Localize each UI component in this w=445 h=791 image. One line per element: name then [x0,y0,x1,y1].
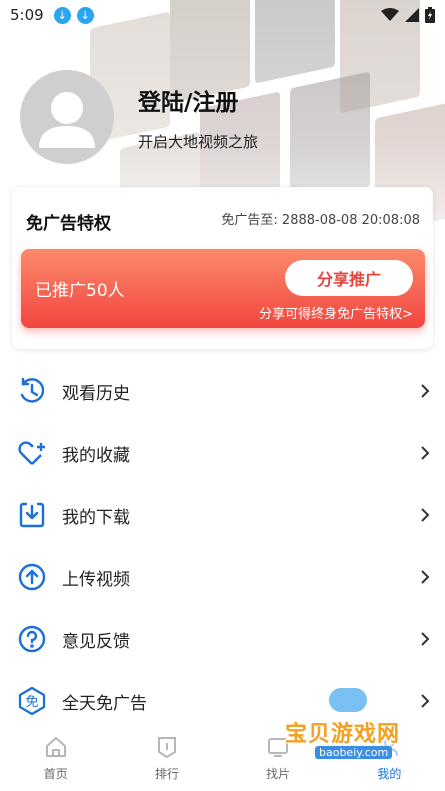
tab-home[interactable]: 首页 [0,727,111,791]
menu-label: 全天免广告 [62,693,147,714]
signal-icon [405,8,419,22]
chevron-right-icon [419,629,431,649]
share-promote-button[interactable]: 分享推广 [285,260,413,296]
chevron-right-icon [419,505,431,525]
chevron-right-icon [419,567,431,587]
menu-item-favorites[interactable]: 我的收藏 [0,422,445,484]
wifi-icon [381,8,399,21]
menu-item-downloads[interactable]: 我的下载 [0,484,445,546]
menu-label: 上传视频 [62,569,130,590]
history-icon [16,375,48,407]
no-ads-icon: 免 [16,685,48,717]
tab-ranking[interactable]: 排行 [111,727,222,791]
avatar[interactable] [20,70,114,164]
status-time: 5:09 [10,6,44,24]
menu-label: 意见反馈 [62,631,130,652]
promoted-count: 已推广50人 [35,281,125,301]
menu-item-feedback[interactable]: 意见反馈 [0,608,445,670]
no-ads-icon-text: 免 [25,695,38,710]
chevron-right-icon [419,691,431,711]
menu-item-upload[interactable]: 上传视频 [0,546,445,608]
profile-header[interactable]: 登陆/注册 开启大地视频之旅 [20,70,258,164]
profile-subtitle: 开启大地视频之旅 [138,132,259,151]
menu-label: 我的下载 [62,507,130,528]
home-icon [45,736,66,757]
heart-plus-icon [16,437,48,469]
status-bar: 5:09 ↓ ↓ [0,0,445,30]
chevron-right-icon [419,443,431,463]
default-avatar-icon [39,92,95,148]
promotion-banner[interactable]: 已推广50人 分享推广 分享可得终身免广告特权> [21,249,425,328]
ad-free-expiry: 免广告至: 2888-08-08 20:08:08 [221,209,420,228]
menu-item-history[interactable]: 观看历史 [0,360,445,422]
expiry-label: 免广告至: [221,213,278,228]
upload-icon [16,561,48,593]
battery-icon [425,7,435,23]
expiry-value: 2888-08-08 20:08:08 [281,213,420,228]
tab-label: 首页 [43,767,68,781]
watermark-text: 宝贝游戏网 [285,722,401,747]
login-register-link[interactable]: 登陆/注册 [138,83,258,117]
question-icon [16,623,48,655]
menu-label: 我的收藏 [62,445,130,466]
site-watermark: 宝贝游戏网 baobeiy.com [285,686,415,781]
ranking-icon [157,737,176,759]
promotion-note-link[interactable]: 分享可得终身免广告特权> [259,303,413,322]
download-notification-icon: ↓ [53,6,71,24]
ad-free-title: 免广告特权 [26,214,111,234]
menu-label: 观看历史 [62,383,130,404]
download-notification-icon: ↓ [76,6,94,24]
download-icon [16,499,48,531]
ad-free-privilege-card: 免广告特权 免广告至: 2888-08-08 20:08:08 已推广50人 分… [12,187,433,349]
tab-label: 排行 [154,767,179,781]
profile-menu: 观看历史 我的收藏 我的下载 上传视频 意见反馈 免 全天免广告 [0,360,445,732]
chevron-right-icon [419,381,431,401]
gamepad-icon [327,686,369,714]
watermark-url: baobeiy.com [315,746,393,759]
